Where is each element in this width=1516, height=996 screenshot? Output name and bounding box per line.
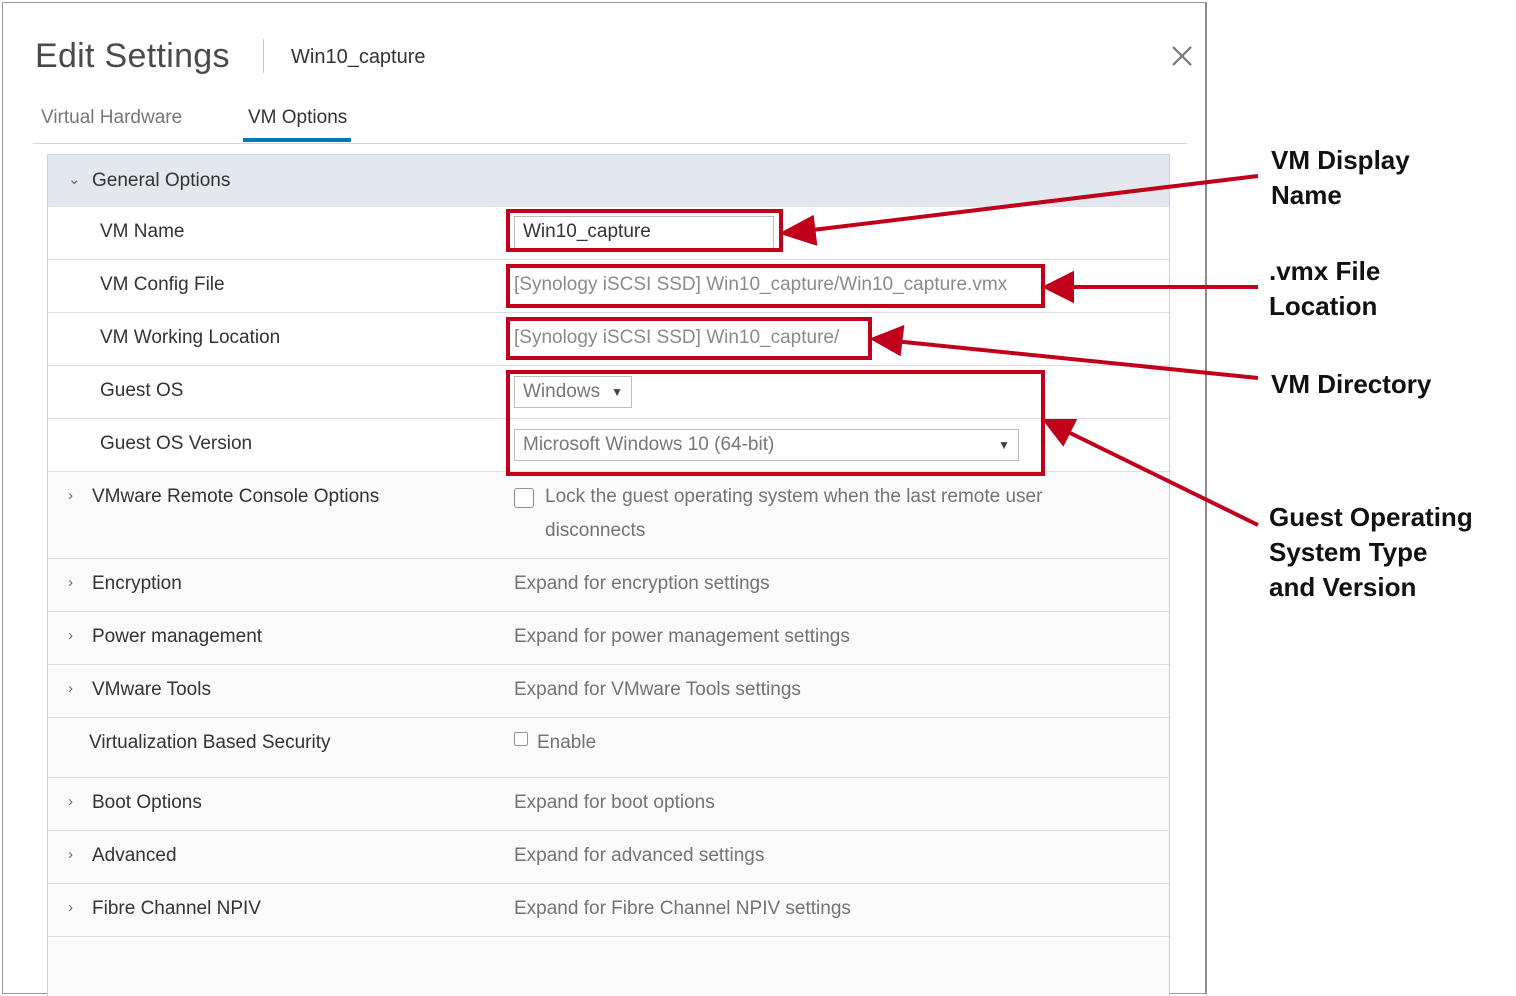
vm-config-file-label: VM Config File bbox=[100, 274, 225, 295]
chevron-right-icon: › bbox=[68, 899, 73, 916]
annotation-vm-directory: VM Directory bbox=[1271, 369, 1432, 399]
dialog-vm-name: Win10_capture bbox=[291, 46, 426, 68]
vm-working-location-value: [Synology iSCSI SSD] Win10_capture/ bbox=[514, 327, 840, 348]
boot-options-label: Boot Options bbox=[92, 792, 202, 813]
chevron-down-icon: ⌄ bbox=[68, 171, 81, 188]
vm-name-input[interactable]: Win10_capture bbox=[514, 216, 774, 249]
vmware-tools-hint: Expand for VMware Tools settings bbox=[514, 679, 801, 700]
advanced-label: Advanced bbox=[92, 845, 177, 866]
chevron-right-icon: › bbox=[68, 627, 73, 644]
chevron-right-icon: › bbox=[68, 846, 73, 863]
vm-name-label: VM Name bbox=[100, 221, 185, 242]
lock-guest-os-checkbox[interactable] bbox=[514, 488, 534, 508]
title-divider bbox=[263, 39, 264, 73]
vbs-row: Virtualization Based Security Enable bbox=[48, 718, 1169, 778]
advanced-hint: Expand for advanced settings bbox=[514, 845, 765, 866]
general-options-header[interactable]: ⌄ General Options bbox=[48, 155, 1169, 207]
advanced-row[interactable]: › Advanced Expand for advanced settings bbox=[48, 831, 1169, 884]
guest-os-select[interactable]: Windows ▼ bbox=[514, 376, 632, 408]
remote-console-label: VMware Remote Console Options bbox=[92, 486, 380, 507]
lock-guest-os-text-1: Lock the guest operating system when the… bbox=[545, 486, 1043, 507]
dialog-title: Edit Settings bbox=[35, 37, 230, 75]
guest-os-version-select[interactable]: Microsoft Windows 10 (64-bit) ▼ bbox=[514, 429, 1019, 461]
dropdown-arrow-icon: ▼ bbox=[611, 385, 623, 399]
section-title: General Options bbox=[92, 170, 231, 191]
vmware-tools-label: VMware Tools bbox=[92, 679, 211, 700]
vbs-label: Virtualization Based Security bbox=[89, 732, 331, 753]
vm-options-panel: ⌄ General Options VM Name Win10_capture … bbox=[47, 154, 1170, 996]
annotation-guest-os: Guest Operating System Type and Version bbox=[1269, 502, 1473, 602]
remote-console-row[interactable]: › VMware Remote Console Options Lock the… bbox=[48, 472, 1169, 559]
vm-working-location-row: VM Working Location [Synology iSCSI SSD]… bbox=[48, 313, 1169, 366]
tab-virtual-hardware[interactable]: Virtual Hardware bbox=[41, 107, 182, 139]
guest-os-label: Guest OS bbox=[100, 380, 184, 401]
tab-vm-options[interactable]: VM Options bbox=[242, 107, 352, 142]
vbs-enable-label: Enable bbox=[537, 732, 597, 753]
fibre-channel-npiv-hint: Expand for Fibre Channel NPIV settings bbox=[514, 898, 851, 919]
boot-options-hint: Expand for boot options bbox=[514, 792, 715, 813]
boot-options-row[interactable]: › Boot Options Expand for boot options bbox=[48, 778, 1169, 831]
guest-os-version-row: Guest OS Version Microsoft Windows 10 (6… bbox=[48, 419, 1169, 472]
chevron-right-icon: › bbox=[68, 680, 73, 697]
lock-guest-os-text-2: disconnects bbox=[545, 520, 646, 541]
close-icon[interactable] bbox=[1169, 43, 1195, 69]
guest-os-version-selected: Microsoft Windows 10 (64-bit) bbox=[523, 434, 775, 455]
vbs-enable-checkbox[interactable] bbox=[514, 732, 528, 746]
chevron-right-icon: › bbox=[68, 574, 73, 591]
fibre-channel-npiv-label: Fibre Channel NPIV bbox=[92, 898, 261, 919]
encryption-hint: Expand for encryption settings bbox=[514, 573, 770, 594]
guest-os-selected: Windows bbox=[523, 381, 601, 402]
tab-bar: Virtual Hardware VM Options bbox=[33, 99, 1187, 144]
vmware-tools-row[interactable]: › VMware Tools Expand for VMware Tools s… bbox=[48, 665, 1169, 718]
dropdown-arrow-icon: ▼ bbox=[998, 438, 1010, 452]
vm-config-file-row: VM Config File [Synology iSCSI SSD] Win1… bbox=[48, 260, 1169, 313]
chevron-right-icon: › bbox=[68, 793, 73, 810]
power-management-label: Power management bbox=[92, 626, 263, 647]
fibre-channel-npiv-row[interactable]: › Fibre Channel NPIV Expand for Fibre Ch… bbox=[48, 884, 1169, 937]
power-management-row[interactable]: › Power management Expand for power mana… bbox=[48, 612, 1169, 665]
power-management-hint: Expand for power management settings bbox=[514, 626, 850, 647]
encryption-label: Encryption bbox=[92, 573, 182, 594]
chevron-right-icon: › bbox=[68, 487, 73, 504]
annotation-display-name: VM Display Name bbox=[1271, 145, 1410, 210]
annotation-vmx-location: .vmx File Location bbox=[1269, 256, 1381, 321]
guest-os-row: Guest OS Windows ▼ bbox=[48, 366, 1169, 419]
vm-config-file-value: [Synology iSCSI SSD] Win10_capture/Win10… bbox=[514, 274, 1008, 295]
vm-working-location-label: VM Working Location bbox=[100, 327, 281, 348]
encryption-row[interactable]: › Encryption Expand for encryption setti… bbox=[48, 559, 1169, 612]
vm-name-row: VM Name Win10_capture bbox=[48, 207, 1169, 260]
guest-os-version-label: Guest OS Version bbox=[100, 433, 253, 454]
